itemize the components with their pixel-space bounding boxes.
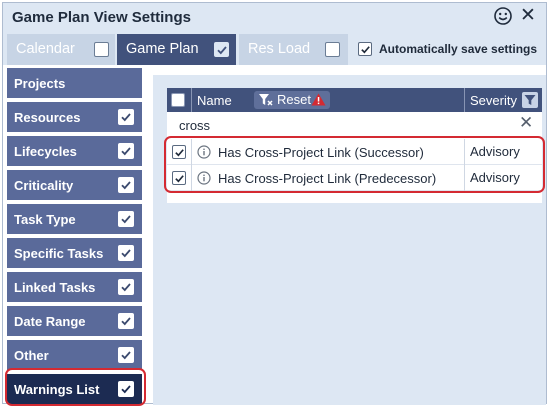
highlight-outline-rows bbox=[164, 136, 545, 193]
sidebar-item-label: Lifecycles bbox=[14, 144, 77, 159]
sidebar-item-criticality[interactable]: Criticality bbox=[7, 170, 142, 200]
tab-bar: Calendar Game Plan Res Load Automaticall… bbox=[3, 33, 546, 65]
title-bar: Game Plan View Settings ✕ bbox=[3, 3, 546, 33]
sidebar: Projects Resources Lifecycles Criticalit… bbox=[7, 65, 142, 404]
search-row: ✕ bbox=[167, 112, 542, 138]
sidebar-item-task-type[interactable]: Task Type bbox=[7, 204, 142, 234]
filter-icon bbox=[258, 93, 274, 110]
smiley-feedback-icon[interactable] bbox=[493, 6, 513, 26]
sidebar-item-label: Other bbox=[14, 348, 49, 363]
tab-calendar-label: Calendar bbox=[16, 41, 75, 57]
autosave-label: Automatically save settings bbox=[379, 42, 538, 56]
tab-calendar-checkbox[interactable] bbox=[94, 42, 109, 57]
autosave-checkbox[interactable] bbox=[358, 42, 372, 56]
sidebar-item-linked-tasks[interactable]: Linked Tasks bbox=[7, 272, 142, 302]
sidebar-item-checkbox[interactable] bbox=[118, 143, 134, 159]
sidebar-item-label: Resources bbox=[14, 110, 81, 125]
settings-dialog: Game Plan View Settings ✕ Calendar Game … bbox=[2, 2, 547, 406]
sidebar-item-date-range[interactable]: Date Range bbox=[7, 306, 142, 336]
grid-header: Name Reset Severity bbox=[167, 88, 542, 112]
sidebar-item-checkbox[interactable] bbox=[118, 245, 134, 261]
header-divider bbox=[191, 88, 192, 112]
header-divider bbox=[464, 88, 465, 112]
sidebar-item-checkbox[interactable] bbox=[118, 177, 134, 193]
sidebar-item-label: Projects bbox=[14, 76, 66, 91]
tab-res-load-checkbox[interactable] bbox=[325, 42, 340, 57]
sidebar-item-resources[interactable]: Resources bbox=[7, 102, 142, 132]
sidebar-item-label: Specific Tasks bbox=[14, 246, 104, 261]
reset-filter-button[interactable]: Reset bbox=[254, 91, 330, 109]
header-name: Name bbox=[197, 93, 232, 108]
sidebar-item-checkbox[interactable] bbox=[118, 211, 134, 227]
tab-res-load-label: Res Load bbox=[248, 41, 311, 57]
sidebar-item-label: Task Type bbox=[14, 212, 76, 227]
sidebar-item-other[interactable]: Other bbox=[7, 340, 142, 370]
sidebar-item-checkbox[interactable] bbox=[118, 347, 134, 363]
header-severity: Severity bbox=[470, 93, 517, 108]
highlight-outline-warnings-list bbox=[5, 368, 146, 406]
tab-calendar[interactable]: Calendar bbox=[7, 34, 115, 65]
sidebar-item-label: Criticality bbox=[14, 178, 74, 193]
tab-game-plan[interactable]: Game Plan bbox=[117, 34, 236, 65]
sidebar-item-label: Date Range bbox=[14, 314, 86, 329]
tab-game-plan-checkbox[interactable] bbox=[214, 42, 229, 57]
tab-game-plan-label: Game Plan bbox=[126, 41, 199, 57]
search-input[interactable] bbox=[179, 116, 509, 134]
sidebar-item-lifecycles[interactable]: Lifecycles bbox=[7, 136, 142, 166]
close-icon[interactable]: ✕ bbox=[520, 4, 536, 28]
sidebar-item-checkbox[interactable] bbox=[118, 279, 134, 295]
reset-label: Reset bbox=[277, 92, 311, 107]
severity-filter-icon[interactable] bbox=[522, 92, 538, 108]
tab-res-load[interactable]: Res Load bbox=[239, 34, 348, 65]
clear-search-icon[interactable]: ✕ bbox=[519, 113, 533, 133]
warning-icon bbox=[311, 93, 326, 109]
select-all-checkbox[interactable] bbox=[171, 93, 185, 107]
sidebar-item-checkbox[interactable] bbox=[118, 109, 134, 125]
sidebar-item-checkbox[interactable] bbox=[118, 313, 134, 329]
sidebar-item-projects[interactable]: Projects bbox=[7, 68, 142, 98]
sidebar-item-label: Linked Tasks bbox=[14, 280, 96, 295]
sidebar-item-specific-tasks[interactable]: Specific Tasks bbox=[7, 238, 142, 268]
dialog-title: Game Plan View Settings bbox=[12, 9, 191, 26]
